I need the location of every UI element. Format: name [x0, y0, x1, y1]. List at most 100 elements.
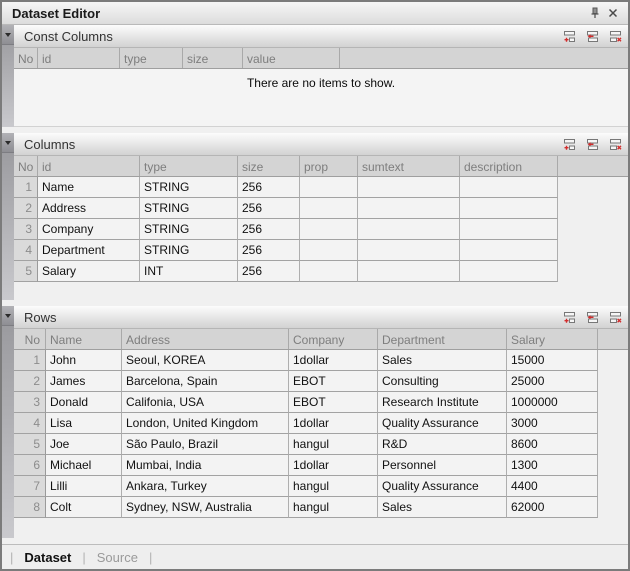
grid-cell[interactable]: 256	[238, 261, 300, 282]
column-header-id[interactable]: id	[38, 156, 140, 176]
grid-cell[interactable]: Quality Assurance	[378, 413, 507, 434]
grid-cell[interactable]: Lilli	[46, 476, 122, 497]
grid-cell[interactable]: Company	[38, 219, 140, 240]
pin-button[interactable]	[586, 4, 604, 22]
grid-cell[interactable]	[300, 261, 358, 282]
row-number-cell[interactable]: 4	[14, 413, 46, 434]
row-number-cell[interactable]: 2	[14, 371, 46, 392]
column-header-value[interactable]: value	[243, 48, 340, 68]
grid-cell[interactable]: Sydney, NSW, Australia	[122, 497, 289, 518]
grid-cell[interactable]: John	[46, 350, 122, 371]
grid-cell[interactable]: Sales	[378, 350, 507, 371]
grid-cell[interactable]: Barcelona, Spain	[122, 371, 289, 392]
delete-row-button[interactable]	[608, 310, 622, 324]
grid-cell[interactable]: Consulting	[378, 371, 507, 392]
collapse-section-button[interactable]	[2, 133, 14, 153]
grid-cell[interactable]: 256	[238, 177, 300, 198]
row-number-cell[interactable]: 3	[14, 219, 38, 240]
insert-row-button[interactable]	[585, 310, 599, 324]
column-header-size[interactable]: size	[183, 48, 243, 68]
grid-cell[interactable]: 1000000	[507, 392, 598, 413]
grid-cell[interactable]: STRING	[140, 240, 238, 261]
grid-cell[interactable]: 1dollar	[289, 455, 378, 476]
row-number-cell[interactable]: 6	[14, 455, 46, 476]
grid-cell[interactable]: Joe	[46, 434, 122, 455]
grid-cell[interactable]	[460, 177, 558, 198]
grid-cell[interactable]: São Paulo, Brazil	[122, 434, 289, 455]
column-header-salary[interactable]: Salary	[507, 329, 598, 349]
grid-cell[interactable]: 8600	[507, 434, 598, 455]
grid-cell[interactable]: 3000	[507, 413, 598, 434]
row-number-cell[interactable]: 3	[14, 392, 46, 413]
grid-cell[interactable]: Personnel	[378, 455, 507, 476]
collapse-section-button[interactable]	[2, 306, 14, 326]
grid-cell[interactable]: 256	[238, 219, 300, 240]
grid-cell[interactable]	[300, 198, 358, 219]
grid-cell[interactable]: 15000	[507, 350, 598, 371]
grid-cell[interactable]	[300, 240, 358, 261]
grid-cell[interactable]: Lisa	[46, 413, 122, 434]
column-header-description[interactable]: description	[460, 156, 558, 176]
grid-cell[interactable]: Seoul, KOREA	[122, 350, 289, 371]
tab-dataset[interactable]: Dataset	[24, 550, 71, 565]
delete-row-button[interactable]	[608, 29, 622, 43]
grid-cell[interactable]: Donald	[46, 392, 122, 413]
collapse-section-button[interactable]	[2, 25, 14, 45]
grid-cell[interactable]: R&D	[378, 434, 507, 455]
row-number-cell[interactable]: 1	[14, 177, 38, 198]
grid-cell[interactable]	[358, 219, 460, 240]
grid-cell[interactable]: Name	[38, 177, 140, 198]
grid-cell[interactable]: 62000	[507, 497, 598, 518]
grid-cell[interactable]: 256	[238, 198, 300, 219]
grid-cell[interactable]: hangul	[289, 497, 378, 518]
grid-cell[interactable]	[300, 219, 358, 240]
grid-cell[interactable]: STRING	[140, 219, 238, 240]
grid-cell[interactable]: Quality Assurance	[378, 476, 507, 497]
add-row-button[interactable]	[562, 310, 576, 324]
row-number-cell[interactable]: 4	[14, 240, 38, 261]
add-row-button[interactable]	[562, 137, 576, 151]
add-row-button[interactable]	[562, 29, 576, 43]
grid-cell[interactable]: hangul	[289, 476, 378, 497]
insert-row-button[interactable]	[585, 29, 599, 43]
grid-cell[interactable]	[460, 240, 558, 261]
row-number-cell[interactable]: 1	[14, 350, 46, 371]
grid-cell[interactable]: Salary	[38, 261, 140, 282]
column-header-sumtext[interactable]: sumtext	[358, 156, 460, 176]
grid-cell[interactable]: Research Institute	[378, 392, 507, 413]
row-number-cell[interactable]: 5	[14, 261, 38, 282]
grid-cell[interactable]: Sales	[378, 497, 507, 518]
column-header-type[interactable]: type	[120, 48, 183, 68]
close-button[interactable]	[604, 4, 622, 22]
grid-cell[interactable]: EBOT	[289, 371, 378, 392]
insert-row-button[interactable]	[585, 137, 599, 151]
grid-cell[interactable]	[358, 261, 460, 282]
grid-cell[interactable]: 1dollar	[289, 413, 378, 434]
column-header-no[interactable]: No	[14, 48, 38, 68]
grid-cell[interactable]	[300, 177, 358, 198]
grid-cell[interactable]: Colt	[46, 497, 122, 518]
grid-cell[interactable]	[358, 177, 460, 198]
grid-cell[interactable]	[460, 198, 558, 219]
column-header-no[interactable]: No	[14, 156, 38, 176]
grid-cell[interactable]: 256	[238, 240, 300, 261]
grid-cell[interactable]: Michael	[46, 455, 122, 476]
grid-cell[interactable]: James	[46, 371, 122, 392]
column-header-address[interactable]: Address	[122, 329, 289, 349]
column-header-size[interactable]: size	[238, 156, 300, 176]
grid-cell[interactable]: 1300	[507, 455, 598, 476]
column-header-id[interactable]: id	[38, 48, 120, 68]
grid-cell[interactable]: 1dollar	[289, 350, 378, 371]
row-number-cell[interactable]: 7	[14, 476, 46, 497]
grid-cell[interactable]: 4400	[507, 476, 598, 497]
grid-cell[interactable]: London, United Kingdom	[122, 413, 289, 434]
grid-cell[interactable]: 25000	[507, 371, 598, 392]
delete-row-button[interactable]	[608, 137, 622, 151]
grid-cell[interactable]: INT	[140, 261, 238, 282]
column-header-name[interactable]: Name	[46, 329, 122, 349]
column-header-type[interactable]: type	[140, 156, 238, 176]
grid-cell[interactable]: Department	[38, 240, 140, 261]
row-number-cell[interactable]: 8	[14, 497, 46, 518]
tab-source[interactable]: Source	[97, 550, 138, 565]
grid-cell[interactable]: Mumbai, India	[122, 455, 289, 476]
